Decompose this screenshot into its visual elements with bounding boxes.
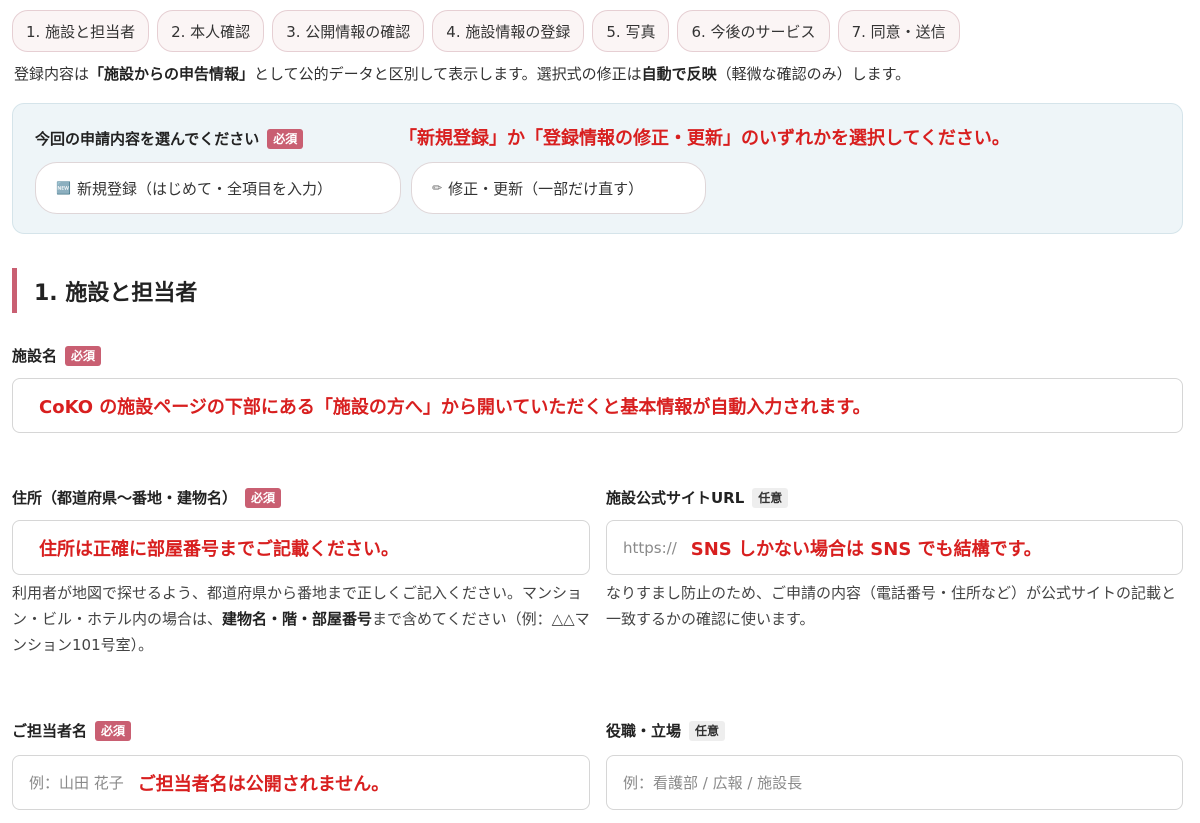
new-icon: 🆕 (56, 181, 71, 195)
website-placeholder: https:// (623, 538, 677, 557)
facility-name-note: CoKO の施設ページの下部にある「施設の方へ」から開いていただくと基本情報が自… (39, 396, 871, 418)
contact-name-label-text: ご担当者名 (12, 722, 88, 740)
role-label: 役職・立場 任意 (606, 720, 726, 741)
step-tab-4[interactable]: 4. 施設情報の登録 (432, 10, 585, 52)
address-note: 住所は正確に部屋番号までご記載ください。 (39, 538, 399, 560)
step-tab-1[interactable]: 1. 施設と担当者 (12, 10, 150, 52)
role-label-text: 役職・立場 (606, 722, 682, 740)
website-label-text: 施設公式サイトURL (606, 489, 745, 507)
website-help: なりすまし防止のため、ご申請の内容（電話番号・住所など）が公式サイトの記載と一致… (606, 584, 1177, 628)
website-input[interactable]: https:// SNS しかない場合は SNS でも結構です。 (606, 520, 1183, 575)
website-label: 施設公式サイトURL 任意 (606, 487, 789, 508)
step-tab-2[interactable]: 2. 本人確認 (157, 10, 265, 52)
new-registration-label: 新規登録（はじめて・全項目を入力） (76, 179, 332, 198)
request-type-label: 今回の申請内容を選んでください 必須 (35, 128, 304, 149)
intro-text-2: として公的データと区別して表示します。選択式の修正は (254, 65, 642, 83)
intro-text: 登録内容は「施設からの申告情報」として公的データと区別して表示します。選択式の修… (14, 63, 910, 84)
facility-name-input[interactable]: CoKO の施設ページの下部にある「施設の方へ」から開いていただくと基本情報が自… (12, 378, 1183, 433)
role-input[interactable]: 例：看護部 / 広報 / 施設長 (606, 755, 1183, 810)
contact-name-input[interactable]: 例：山田 花子 ご担当者名は公開されません。 (12, 755, 590, 810)
optional-badge: 任意 (689, 720, 726, 741)
intro-text-3: （軽微な確認のみ）します。 (716, 65, 911, 83)
request-type-label-text: 今回の申請内容を選んでください (35, 130, 260, 148)
intro-text-1: 登録内容は (14, 65, 90, 83)
facility-name-label-text: 施設名 (12, 347, 58, 365)
step-tab-5[interactable]: 5. 写真 (592, 10, 670, 52)
required-badge: 必須 (267, 128, 304, 149)
required-badge: 必須 (65, 345, 102, 366)
intro-bold-2: 自動で反映 (641, 65, 717, 83)
update-registration-label: 修正・更新（一部だけ直す） (448, 179, 644, 198)
step-tab-7[interactable]: 7. 同意・送信 (837, 10, 960, 52)
website-note: SNS しかない場合は SNS でも結構です。 (690, 538, 1042, 560)
contact-name-note: ご担当者名は公開されません。 (137, 773, 390, 795)
address-help: 利用者が地図で探せるよう、都道府県から番地まで正しくご記入ください。マンション・… (12, 580, 592, 658)
step-nav: 1. 施設と担当者 2. 本人確認 3. 公開情報の確認 4. 施設情報の登録 … (12, 10, 960, 52)
optional-badge: 任意 (752, 487, 789, 508)
required-badge: 必須 (245, 487, 282, 508)
intro-bold-1: 「施設からの申告情報」 (89, 65, 255, 83)
address-input[interactable]: 住所は正確に部屋番号までご記載ください。 (12, 520, 590, 575)
new-registration-button[interactable]: 🆕 新規登録（はじめて・全項目を入力） (35, 162, 401, 214)
step-tab-6[interactable]: 6. 今後のサービス (677, 10, 830, 52)
pencil-icon: ✏ (432, 181, 443, 195)
role-placeholder: 例：看護部 / 広報 / 施設長 (623, 774, 803, 792)
section-title: 1. 施設と担当者 (12, 268, 197, 313)
address-help-bold: 建物名・階・部屋番号 (222, 610, 373, 628)
required-badge: 必須 (95, 720, 132, 741)
request-type-note: 「新規登録」か「登録情報の修正・更新」のいずれかを選択してください。 (399, 128, 1010, 149)
contact-name-placeholder: 例：山田 花子 (29, 774, 124, 792)
update-registration-button[interactable]: ✏ 修正・更新（一部だけ直す） (411, 162, 706, 214)
step-tab-3[interactable]: 3. 公開情報の確認 (272, 10, 425, 52)
facility-name-label: 施設名 必須 (12, 345, 102, 366)
contact-name-label: ご担当者名 必須 (12, 720, 132, 741)
request-type-panel: 今回の申請内容を選んでください 必須 「新規登録」か「登録情報の修正・更新」のい… (12, 103, 1183, 234)
address-label-text: 住所（都道府県〜番地・建物名） (12, 489, 238, 507)
address-label: 住所（都道府県〜番地・建物名） 必須 (12, 487, 282, 508)
